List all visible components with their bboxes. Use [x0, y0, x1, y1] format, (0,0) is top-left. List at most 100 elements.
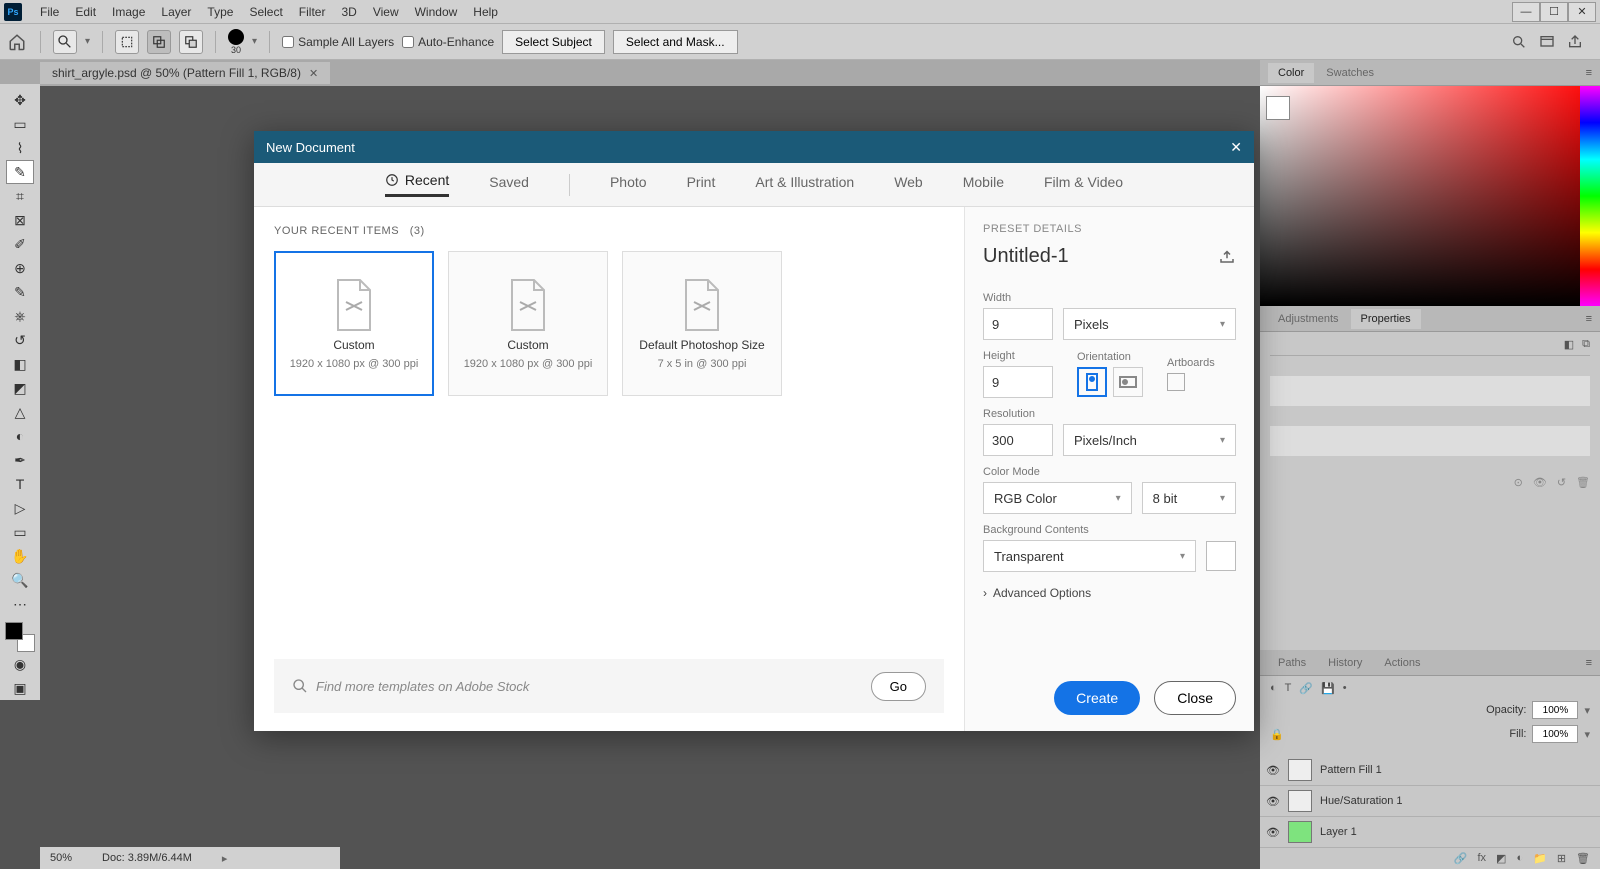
hand-tool[interactable]: ✋ — [6, 544, 34, 568]
color-panel-tab[interactable]: Color — [1268, 63, 1314, 83]
height-input[interactable] — [983, 366, 1053, 398]
add-selection-icon[interactable] — [147, 30, 171, 54]
save-icon[interactable]: 💾 — [1321, 682, 1335, 695]
artboards-checkbox[interactable] — [1167, 373, 1185, 391]
fill-input[interactable] — [1532, 725, 1578, 743]
doc-size[interactable]: Doc: 3.89M/6.44M — [102, 852, 192, 864]
brush-tool[interactable]: ✎ — [6, 280, 34, 304]
select-subject-button[interactable]: Select Subject — [502, 30, 605, 54]
document-tab[interactable]: shirt_argyle.psd @ 50% (Pattern Fill 1, … — [40, 62, 330, 84]
close-button[interactable]: Close — [1154, 681, 1236, 715]
visibility-icon[interactable]: 👁 — [1266, 826, 1280, 839]
menu-file[interactable]: File — [32, 5, 67, 19]
new-layer-icon[interactable]: ⊞ — [1557, 852, 1566, 865]
menu-image[interactable]: Image — [104, 5, 153, 19]
panel-menu-icon[interactable]: ≡ — [1586, 657, 1600, 669]
width-unit-select[interactable]: Pixels▾ — [1063, 308, 1236, 340]
adjustment-layer-icon[interactable]: ◐ — [1516, 852, 1523, 865]
brush-size-indicator[interactable]: 30 — [228, 29, 244, 55]
marquee-tool[interactable]: ▭ — [6, 112, 34, 136]
preset-card[interactable]: Custom 1920 x 1080 px @ 300 ppi — [274, 251, 434, 396]
paths-panel-tab[interactable]: Paths — [1268, 653, 1316, 673]
trash-icon[interactable]: 🗑 — [1576, 476, 1590, 489]
eyedropper-tool[interactable]: ✐ — [6, 232, 34, 256]
quick-select-tool-icon[interactable] — [53, 30, 77, 54]
layer-row[interactable]: 👁Layer 1 — [1260, 817, 1600, 848]
delete-layer-icon[interactable]: 🗑 — [1576, 852, 1590, 865]
history-brush-tool[interactable]: ↺ — [6, 328, 34, 352]
zoom-level[interactable]: 50% — [50, 852, 72, 864]
tab-print[interactable]: Print — [687, 174, 716, 196]
save-preset-icon[interactable] — [1218, 250, 1236, 264]
menu-3d[interactable]: 3D — [333, 5, 364, 19]
tab-web[interactable]: Web — [894, 174, 923, 196]
tab-art[interactable]: Art & Illustration — [755, 174, 854, 196]
lock-icon[interactable]: 🔒 — [1270, 728, 1284, 741]
bit-depth-select[interactable]: 8 bit▾ — [1142, 482, 1236, 514]
actions-panel-tab[interactable]: Actions — [1374, 653, 1430, 673]
mask-icon[interactable]: ◧ — [1564, 338, 1574, 351]
stamp-tool[interactable]: ⎈ — [6, 304, 34, 328]
type-tool[interactable]: T — [6, 472, 34, 496]
tab-mobile[interactable]: Mobile — [963, 174, 1004, 196]
menu-type[interactable]: Type — [199, 5, 241, 19]
lasso-tool[interactable]: ⌇ — [6, 136, 34, 160]
new-selection-icon[interactable] — [115, 30, 139, 54]
tab-recent[interactable]: Recent — [385, 172, 449, 197]
stock-search-input[interactable]: Find more templates on Adobe Stock — [316, 679, 529, 694]
zoom-tool[interactable]: 🔍 — [6, 568, 34, 592]
resolution-input[interactable] — [983, 424, 1053, 456]
search-icon[interactable] — [1510, 33, 1528, 51]
preset-card[interactable]: Custom 1920 x 1080 px @ 300 ppi — [448, 251, 608, 396]
orientation-landscape[interactable] — [1113, 367, 1143, 397]
sample-all-layers-checkbox[interactable]: Sample All Layers — [282, 35, 394, 49]
panel-menu-icon[interactable]: ≡ — [1586, 67, 1600, 79]
width-input[interactable] — [983, 308, 1053, 340]
properties-panel-tab[interactable]: Properties — [1351, 309, 1421, 329]
crop-tool[interactable]: ⌗ — [6, 184, 34, 208]
layer-row[interactable]: 👁Hue/Saturation 1 — [1260, 786, 1600, 817]
path-tool[interactable]: ▷ — [6, 496, 34, 520]
close-tab-icon[interactable]: ✕ — [309, 67, 318, 80]
menu-layer[interactable]: Layer — [153, 5, 199, 19]
share-icon[interactable] — [1566, 33, 1584, 51]
quick-selection-tool[interactable]: ✎ — [6, 160, 34, 184]
dodge-tool[interactable]: ◐ — [6, 424, 34, 448]
gradient-tool[interactable]: ◩ — [6, 376, 34, 400]
clip-icon[interactable]: ⧉ — [1582, 338, 1590, 351]
link-icon[interactable]: 🔗 — [1299, 682, 1313, 695]
move-tool[interactable]: ✥ — [6, 88, 34, 112]
filter-icon[interactable]: ◐ — [1270, 682, 1277, 695]
select-and-mask-button[interactable]: Select and Mask... — [613, 30, 738, 54]
home-icon[interactable] — [6, 31, 28, 53]
reset-icon[interactable]: ↺ — [1557, 476, 1566, 489]
panel-menu-icon[interactable]: ≡ — [1586, 313, 1600, 325]
go-button[interactable]: Go — [871, 672, 926, 701]
layer-row[interactable]: 👁Pattern Fill 1 — [1260, 755, 1600, 786]
dot-icon[interactable]: • — [1343, 682, 1347, 695]
blur-tool[interactable]: △ — [6, 400, 34, 424]
history-panel-tab[interactable]: History — [1318, 653, 1372, 673]
type-icon[interactable]: T — [1285, 682, 1292, 695]
eye-icon[interactable]: 👁 — [1533, 476, 1547, 489]
menu-edit[interactable]: Edit — [67, 5, 104, 19]
resolution-unit-select[interactable]: Pixels/Inch▾ — [1063, 424, 1236, 456]
advanced-options-toggle[interactable]: › Advanced Options — [983, 586, 1236, 600]
visibility-icon[interactable]: 👁 — [1266, 764, 1280, 777]
color-picker[interactable] — [1260, 86, 1600, 306]
background-select[interactable]: Transparent▾ — [983, 540, 1196, 572]
fx-icon[interactable]: fx — [1477, 852, 1486, 865]
window-minimize-button[interactable]: — — [1512, 2, 1540, 22]
color-mode-select[interactable]: RGB Color▾ — [983, 482, 1132, 514]
menu-select[interactable]: Select — [241, 5, 290, 19]
window-maximize-button[interactable]: ☐ — [1540, 2, 1568, 22]
orientation-portrait[interactable] — [1077, 367, 1107, 397]
dialog-close-icon[interactable]: ✕ — [1230, 139, 1242, 156]
mask-icon[interactable]: ◩ — [1496, 852, 1506, 865]
healing-tool[interactable]: ⊕ — [6, 256, 34, 280]
window-close-button[interactable]: ✕ — [1568, 2, 1596, 22]
pen-tool[interactable]: ✒ — [6, 448, 34, 472]
workspace-icon[interactable] — [1538, 33, 1556, 51]
menu-view[interactable]: View — [365, 5, 407, 19]
visibility-icon[interactable]: 👁 — [1266, 795, 1280, 808]
